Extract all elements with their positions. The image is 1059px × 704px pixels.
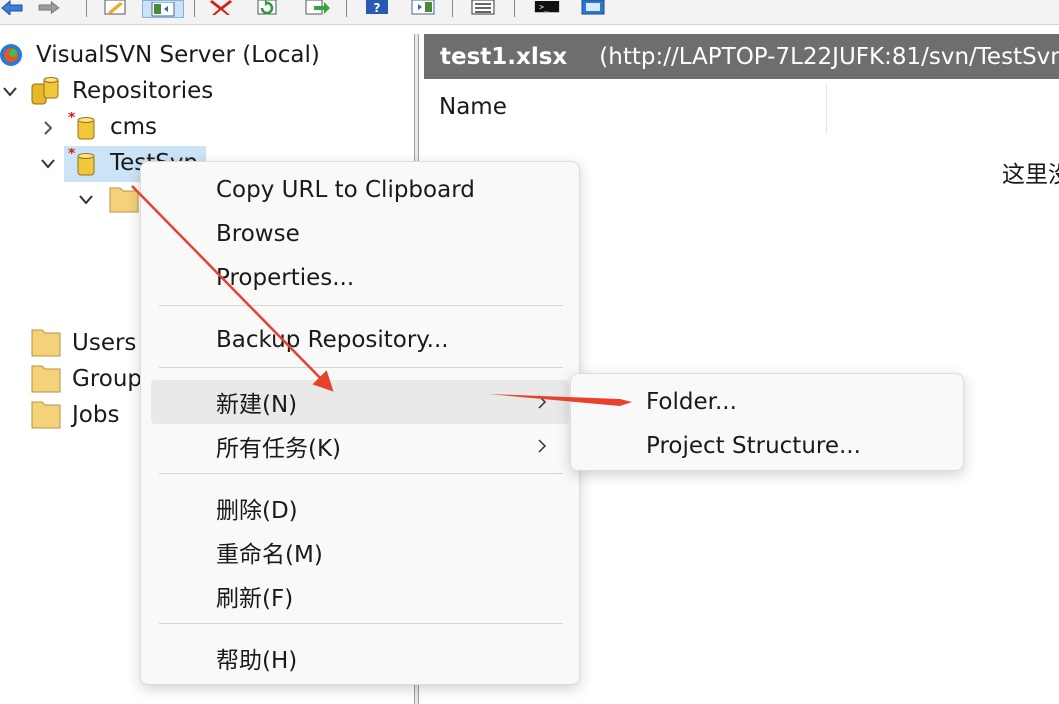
menu-item-label: Folder...	[646, 389, 737, 415]
menu-item-label: Project Structure...	[646, 433, 861, 459]
console-icon[interactable]: >_	[534, 0, 560, 15]
menu-item-label: Browse	[216, 221, 300, 247]
repository-icon: *	[68, 146, 100, 178]
refresh-icon[interactable]	[254, 0, 280, 15]
menu-item-properties[interactable]: Properties...	[216, 256, 354, 300]
chevron-right-icon	[535, 436, 549, 456]
tree-item-repo-cms[interactable]: * cms	[68, 110, 157, 144]
folder-icon	[108, 184, 140, 214]
menu-item-backup-repository[interactable]: Backup Repository...	[216, 318, 449, 362]
repository-icon: *	[68, 110, 100, 142]
menu-item-label: 删除(D)	[216, 498, 298, 524]
tree-item-testsvn-folder[interactable]	[108, 182, 140, 216]
menu-item-copy-url[interactable]: Copy URL to Clipboard	[216, 168, 475, 212]
menu-item-label: Copy URL to Clipboard	[216, 177, 475, 203]
menu-item-refresh[interactable]: 刷新(F)	[216, 574, 293, 618]
svg-text:>_: >_	[539, 3, 549, 12]
menu-item-rename[interactable]: 重命名(M)	[216, 530, 323, 574]
tree-item-label: Users	[72, 330, 137, 356]
chevron-down-icon[interactable]	[38, 154, 58, 174]
tree-item-label: VisualSVN Server (Local)	[36, 42, 320, 68]
menu-separator	[159, 473, 563, 474]
menu-item-new[interactable]: 新建(N)	[151, 380, 569, 424]
menu-item-label: Properties...	[216, 265, 355, 291]
column-header-name[interactable]: Name	[439, 94, 507, 120]
submenu-item-folder[interactable]: Folder...	[646, 380, 737, 424]
list-column-header: Name	[424, 84, 1059, 134]
tree-item-label: cms	[110, 114, 158, 140]
svg-text:*: *	[68, 148, 76, 162]
content-title: test1.xlsx	[440, 43, 568, 70]
menu-separator	[159, 305, 563, 306]
show-hide-tree-icon[interactable]	[142, 0, 184, 18]
chevron-right-icon[interactable]	[38, 118, 58, 138]
help-icon[interactable]: ?	[364, 0, 390, 15]
folder-icon	[30, 364, 62, 394]
menu-item-label: 帮助(H)	[216, 648, 298, 674]
edit-icon[interactable]	[102, 0, 128, 15]
menu-item-browse[interactable]: Browse	[216, 212, 300, 256]
tree-item-jobs[interactable]: Jobs	[30, 398, 119, 432]
chevron-down-icon[interactable]	[76, 190, 96, 210]
export-icon[interactable]	[304, 0, 330, 15]
empty-list-message: 这里没	[1002, 162, 1059, 188]
show-hide-action-pane-icon[interactable]	[410, 0, 436, 15]
tree-item-label: Group	[72, 366, 143, 392]
content-url: (http://LAPTOP-7L22JUFK:81/svn/TestSvn/	[599, 43, 1059, 70]
tree-item-visualsvn-server[interactable]: VisualSVN Server (Local)	[0, 38, 320, 72]
menu-separator	[159, 623, 563, 624]
svg-text:?: ?	[374, 1, 381, 15]
svg-text:*: *	[68, 112, 76, 126]
menu-item-label: 所有任务(K)	[216, 436, 342, 462]
submenu-item-project-structure[interactable]: Project Structure...	[646, 424, 861, 468]
tree-item-repositories[interactable]: Repositories	[30, 74, 213, 108]
menu-item-label: Backup Repository...	[216, 327, 449, 353]
tree-item-label: Jobs	[72, 402, 120, 428]
chevron-down-icon[interactable]	[0, 82, 20, 102]
list-icon[interactable]	[470, 0, 496, 15]
back-arrow-icon[interactable]	[0, 0, 26, 15]
tree-item-groups[interactable]: Group	[30, 362, 142, 396]
menu-item-all-tasks[interactable]: 所有任务(K)	[216, 424, 341, 468]
visualsvn-logo-icon	[0, 40, 26, 70]
context-menu: Copy URL to Clipboard Browse Properties.…	[140, 161, 580, 685]
tree-item-users[interactable]: Users	[30, 326, 136, 360]
toolbar-separator	[194, 0, 195, 17]
folder-icon	[30, 400, 62, 430]
column-divider[interactable]	[826, 84, 827, 134]
content-header: test1.xlsx (http://LAPTOP-7L22JUFK:81/sv…	[424, 34, 1059, 79]
menu-item-label: 重命名(M)	[216, 542, 323, 568]
toolbar-separator	[86, 0, 87, 17]
toolbar: ? >_	[0, 0, 1059, 25]
toolbar-separator	[452, 0, 453, 17]
menu-item-label: 新建(N)	[216, 392, 298, 418]
menu-item-delete[interactable]: 删除(D)	[216, 486, 298, 530]
menu-separator	[159, 367, 563, 368]
menu-item-help[interactable]: 帮助(H)	[216, 636, 297, 680]
forward-arrow-icon[interactable]	[36, 0, 62, 15]
toolbar-separator	[346, 0, 347, 17]
submenu-new: Folder... Project Structure...	[570, 373, 964, 471]
delete-icon[interactable]	[208, 0, 234, 15]
repositories-icon	[30, 76, 62, 106]
tree-item-label: Repositories	[72, 78, 214, 104]
chevron-right-icon	[535, 392, 549, 412]
folder-icon	[30, 328, 62, 358]
menu-item-label: 刷新(F)	[216, 586, 294, 612]
properties-icon[interactable]	[580, 0, 606, 15]
toolbar-separator	[514, 0, 515, 17]
